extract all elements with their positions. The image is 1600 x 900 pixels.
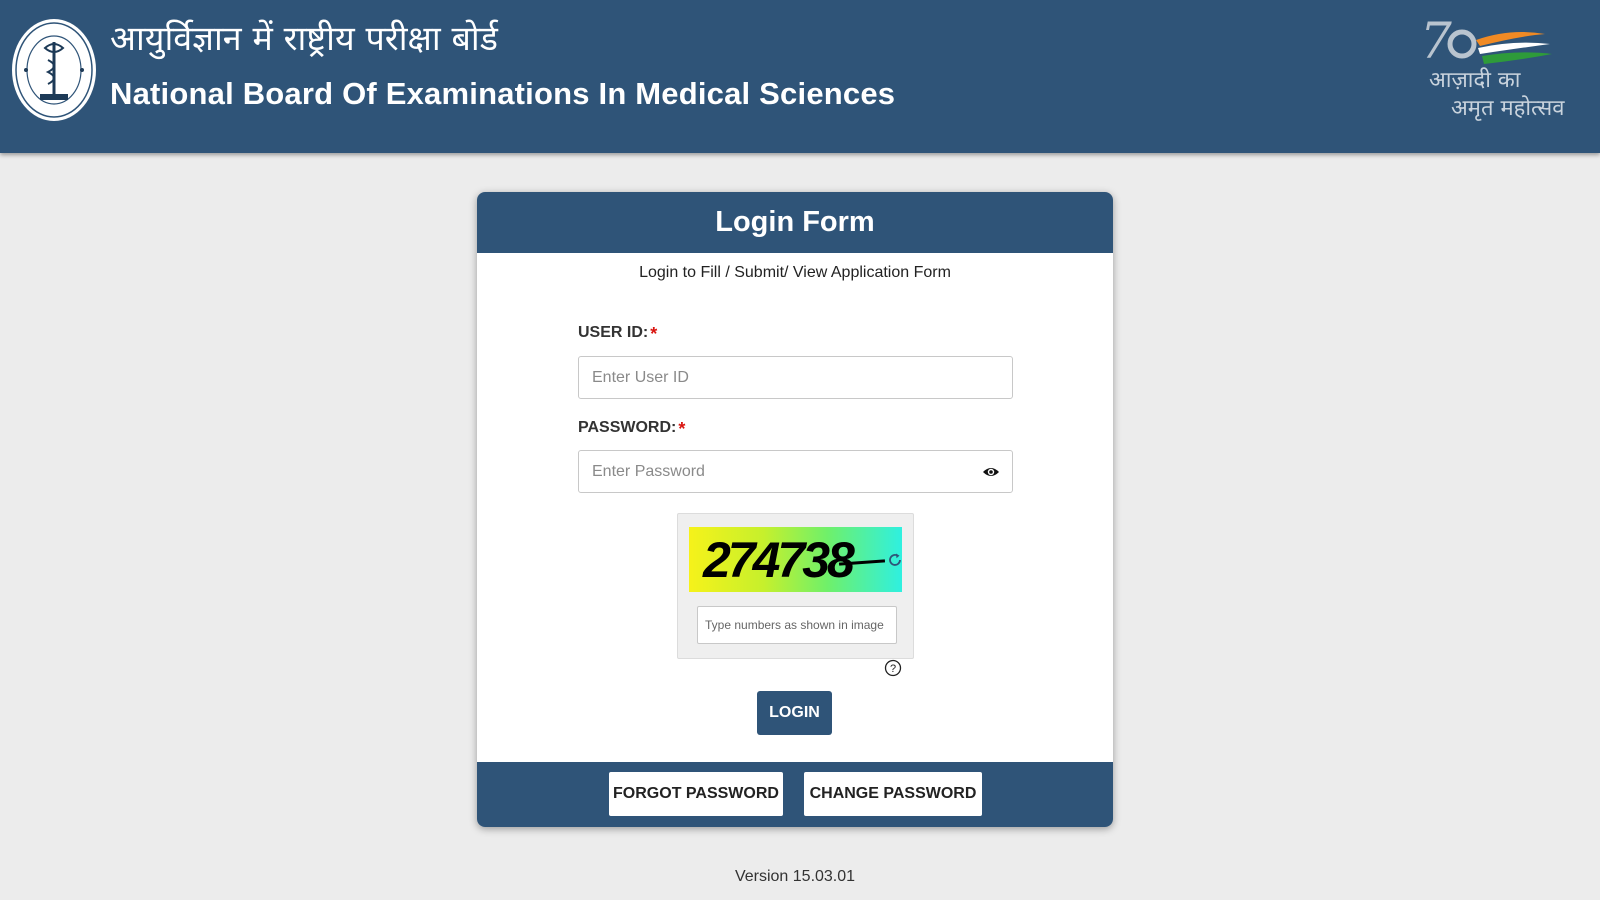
nbems-seal-icon bbox=[12, 19, 96, 121]
user-id-input[interactable] bbox=[578, 356, 1013, 399]
required-mark: * bbox=[650, 324, 658, 344]
header-title-english: National Board Of Examinations In Medica… bbox=[110, 76, 896, 111]
captcha-image: 274738 bbox=[689, 527, 902, 592]
captcha-input[interactable] bbox=[697, 606, 897, 644]
user-id-label: USER ID: * bbox=[578, 324, 657, 345]
forgot-password-button[interactable]: FORGOT PASSWORD bbox=[609, 772, 783, 816]
password-label: PASSWORD: * bbox=[578, 419, 685, 440]
site-header: आयुर्विज्ञान में राष्ट्रीय परीक्षा बोर्ड… bbox=[0, 0, 1600, 153]
header-title-hindi: आयुर्विज्ञान में राष्ट्रीय परीक्षा बोर्ड bbox=[110, 19, 498, 59]
user-id-label-text: USER ID: bbox=[578, 324, 649, 341]
help-icon[interactable]: ? bbox=[884, 659, 902, 677]
login-card-footer: FORGOT PASSWORD CHANGE PASSWORD bbox=[477, 762, 1113, 827]
change-password-button[interactable]: CHANGE PASSWORD bbox=[804, 772, 982, 816]
svg-text:7: 7 bbox=[1420, 12, 1452, 70]
amrit-logo-line2: अमृत महोत्सव bbox=[1451, 96, 1565, 121]
eye-icon[interactable] bbox=[982, 465, 1000, 479]
login-card-header: Login Form bbox=[477, 192, 1113, 253]
svg-text:?: ? bbox=[890, 663, 896, 675]
required-mark: * bbox=[678, 419, 686, 439]
password-label-text: PASSWORD: bbox=[578, 419, 677, 436]
version-text: Version 15.03.01 bbox=[734, 868, 856, 885]
login-subtitle: Login to Fill / Submit/ View Application… bbox=[639, 264, 951, 281]
password-input[interactable] bbox=[578, 450, 1013, 493]
login-card: Login Form Login to Fill / Submit/ View … bbox=[477, 192, 1113, 827]
login-button[interactable]: LOGIN bbox=[757, 691, 832, 735]
amrit-logo-line1: आज़ादी का bbox=[1429, 68, 1521, 93]
captcha-box: 274738 bbox=[677, 513, 914, 659]
refresh-icon[interactable] bbox=[887, 552, 902, 568]
captcha-code: 274738 bbox=[703, 532, 855, 588]
login-form-title: Login Form bbox=[715, 206, 875, 238]
